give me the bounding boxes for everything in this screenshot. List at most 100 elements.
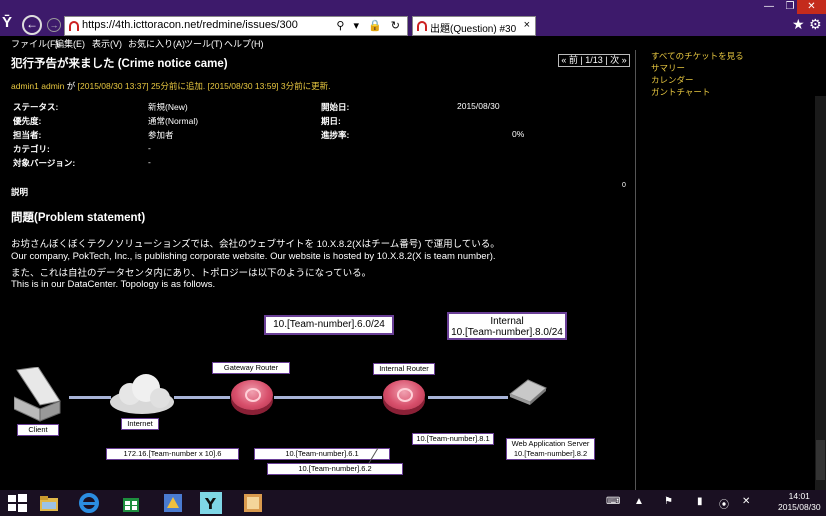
menu-favorites[interactable]: お気に入り(A): [128, 37, 185, 50]
author-particle: が: [66, 81, 76, 91]
url-text[interactable]: https://4th.icttoracon.net/redmine/issue…: [82, 19, 298, 31]
pager-position: 1/13: [585, 55, 603, 65]
progress-label: 進捗率:: [321, 130, 350, 140]
image-app-icon[interactable]: [242, 492, 264, 514]
dmz-network-label: 10.[Team-number].6.0/24: [264, 315, 394, 335]
target-version-label: 対象バージョン:: [13, 158, 76, 168]
svg-text:Y: Y: [204, 495, 217, 513]
address-bar-icons[interactable]: ⚲ ▾ 🔒 ↻: [336, 19, 403, 32]
start-date-value: 2015/08/30: [457, 101, 500, 111]
client-internet-link: [69, 396, 111, 399]
network-icon[interactable]: ⦿: [719, 496, 729, 511]
pager-prev-link[interactable]: « 前: [561, 55, 578, 65]
problem-heading: 問題(Problem statement): [11, 212, 146, 224]
category-label: カテゴリ:: [13, 144, 50, 154]
menu-tools[interactable]: ツール(T): [184, 37, 223, 50]
taskbar-clock[interactable]: 14:01 2015/08/30: [778, 491, 821, 513]
minimize-button[interactable]: —: [760, 0, 778, 14]
address-bar[interactable]: https://4th.icttoracon.net/redmine/issue…: [64, 16, 408, 36]
internet-cloud-icon: [110, 374, 174, 414]
internal-router-icon: [383, 380, 425, 410]
web-server-title: Web Application Server: [511, 439, 590, 448]
gateway-outside-ip: 172.16.[Team-number x 10].6: [106, 448, 239, 460]
internet-gateway-link: [174, 396, 230, 399]
gateway-internal-link: [274, 396, 382, 399]
internal-router-label: Internal Router: [373, 363, 435, 375]
status-label: ステータス:: [13, 102, 59, 112]
menu-bar: ファイル(F) 編集(E) 表示(V) お気に入り(A) ツール(T) ヘルプ(…: [0, 36, 826, 50]
browser-tab[interactable]: 出題(Question) #300: 犯... ×: [412, 16, 536, 36]
issue-author-line: admin1 admin が [2015/08/30 13:37] 25分前に追…: [11, 80, 331, 92]
status-value: 新規(New): [148, 102, 188, 112]
sidebar-link-calendar[interactable]: カレンダー: [651, 74, 694, 86]
browser-task-icon[interactable]: Y: [200, 492, 222, 514]
client-laptop-icon: [14, 367, 61, 422]
author-link[interactable]: admin1 admin: [11, 81, 64, 91]
windows-taskbar: Y ⌨ ▲ ⚑ ▮ ⦿ ✕: [0, 490, 826, 516]
added-relative-link[interactable]: 25分前に追加.: [151, 81, 205, 91]
description-line-4: This is in our DataCenter. Topology is a…: [11, 279, 216, 290]
web-server-ip: 10.[Team-number].8.2: [513, 449, 588, 458]
battery-icon[interactable]: ▮: [697, 496, 703, 507]
priority-value: 通常(Normal): [148, 116, 199, 126]
target-version-value: -: [148, 157, 151, 167]
assignee-value: 参加者: [148, 130, 174, 140]
browser-window: Ȳ ← → https://4th.icttoracon.net/redmine…: [0, 0, 826, 516]
internal-router-outside-ip: 10.[Team-number].6.2: [267, 463, 403, 475]
priority-label: 優先度:: [13, 116, 42, 126]
tab-close-icon[interactable]: ×: [524, 19, 530, 31]
file-explorer-icon[interactable]: [38, 492, 60, 514]
menu-edit[interactable]: 編集(E): [55, 37, 85, 50]
windows-start-icon[interactable]: [6, 492, 28, 514]
tray-show-hidden-icon[interactable]: ▲: [634, 496, 644, 507]
internal-network-title: Internal: [490, 316, 524, 327]
menu-view[interactable]: 表示(V): [92, 37, 122, 50]
gateway-router-label: Gateway Router: [212, 362, 290, 374]
internet-explorer-icon[interactable]: [78, 492, 100, 514]
settings-gear-icon[interactable]: ⚙: [809, 16, 822, 33]
due-date-label: 期日:: [321, 116, 341, 126]
tab-favicon-icon: [417, 21, 427, 31]
store-icon[interactable]: [120, 492, 142, 514]
keyboard-icon[interactable]: ⌨: [606, 496, 620, 507]
back-button[interactable]: ←: [22, 15, 42, 35]
category-value: -: [148, 143, 151, 153]
internal-server-link: [428, 396, 508, 399]
issue-sidebar: すべてのチケットを見る サマリー カレンダー ガントチャート: [637, 50, 826, 490]
issue-title: 犯行予告が来ました (Crime notice came): [11, 58, 228, 70]
sidebar-link-gantt[interactable]: ガントチャート: [651, 86, 710, 98]
volume-muted-icon[interactable]: ✕: [742, 496, 750, 507]
progress-value: 0%: [512, 129, 525, 139]
assignee-label: 担当者:: [13, 130, 42, 140]
tab-title[interactable]: 出題(Question) #300: 犯...: [430, 20, 516, 35]
app-pinned-icon[interactable]: [162, 492, 184, 514]
client-label: Client: [17, 424, 59, 436]
gateway-router-icon: [231, 380, 273, 410]
sidebar-link-all-issues[interactable]: すべてのチケットを見る: [651, 50, 744, 62]
web-server-icon: [509, 379, 547, 405]
menu-file[interactable]: ファイル(F): [11, 37, 59, 50]
updated-relative-link[interactable]: 3分前に更新.: [281, 81, 331, 91]
internal-network-label: Internal 10.[Team-number].8.0/24: [447, 312, 567, 340]
internal-network-subnet: 10.[Team-number].8.0/24: [451, 327, 563, 338]
internet-label: Internet: [121, 418, 159, 430]
pager-separator: |: [605, 55, 608, 65]
description-line-2: Our company, PokTech, Inc., is publishin…: [11, 251, 496, 262]
forward-button[interactable]: →: [47, 18, 61, 32]
scrollbar-track[interactable]: [815, 96, 826, 490]
updated-date-link[interactable]: [2015/08/30 13:59]: [208, 81, 279, 91]
added-date-link[interactable]: [2015/08/30 13:37]: [78, 81, 149, 91]
scroll-marker: 0: [622, 182, 626, 189]
issue-content: 犯行予告が来ました (Crime notice came) « 前 | 1/13…: [0, 50, 636, 490]
close-window-button[interactable]: ✕: [797, 0, 826, 14]
pager-next-link[interactable]: 次 »: [610, 55, 627, 65]
issue-pager: « 前 | 1/13 | 次 »: [558, 54, 630, 67]
internal-router-inside-ip: 10.[Team-number].8.1: [412, 433, 494, 445]
sidebar-link-summary[interactable]: サマリー: [651, 62, 685, 74]
pager-separator: |: [580, 55, 583, 65]
ip-pointer-line: [368, 447, 379, 464]
favorites-star-icon[interactable]: ★: [792, 16, 805, 33]
menu-help[interactable]: ヘルプ(H): [224, 37, 264, 50]
action-center-flag-icon[interactable]: ⚑: [664, 496, 673, 507]
scrollbar-thumb[interactable]: [816, 440, 825, 480]
